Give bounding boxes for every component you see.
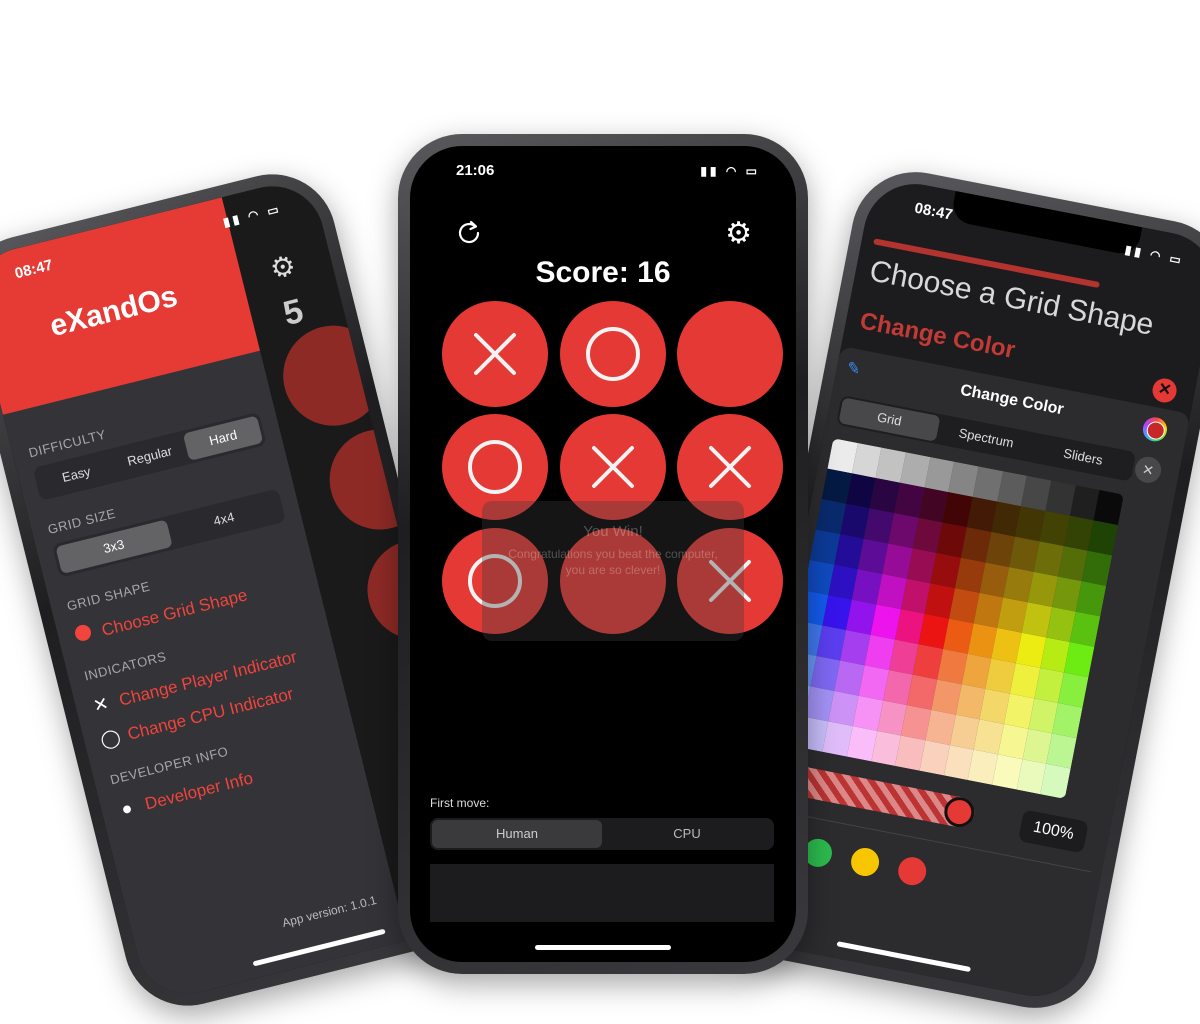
bottom-panel (430, 864, 774, 922)
color-grid-cell[interactable] (1081, 550, 1113, 586)
tab-grid[interactable]: Grid (838, 397, 941, 442)
status-bar: 21:06 ▮▮ ◠ ▭ (410, 160, 796, 182)
gear-icon[interactable]: ⚙ (725, 216, 752, 251)
swatch-red[interactable] (895, 854, 929, 888)
refresh-icon[interactable] (454, 218, 484, 248)
app-version: App version: 1.0.1 (281, 893, 378, 930)
board-cell[interactable] (560, 528, 666, 634)
opacity-slider-knob[interactable] (941, 794, 977, 830)
x-mark-icon (592, 446, 634, 488)
board-cell[interactable] (677, 301, 783, 407)
difficulty-easy[interactable]: Easy (36, 452, 116, 497)
tab-sliders[interactable]: Sliders (1032, 435, 1134, 479)
tab-spectrum[interactable]: Spectrum (935, 416, 1037, 460)
settings-sidebar: eXandOs DIFFICULTY Easy Regular Hard GRI… (0, 197, 408, 1005)
color-grid-cell[interactable] (1040, 763, 1071, 799)
x-mark-icon (709, 446, 751, 488)
signal-wifi-battery-icon: ▮▮ ◠ ▭ (221, 201, 283, 230)
color-grid[interactable] (774, 438, 1124, 799)
difficulty-hard[interactable]: Hard (183, 415, 264, 461)
apple-icon: ● (119, 797, 135, 820)
board-cell[interactable] (442, 414, 548, 520)
board-cell[interactable] (442, 301, 548, 407)
o-mark-icon (468, 554, 522, 608)
close-sheet-icon[interactable]: ✕ (1132, 454, 1164, 486)
color-grid-cell[interactable] (1052, 702, 1083, 739)
color-grid-cell[interactable] (1046, 733, 1077, 769)
o-mark-icon (468, 440, 522, 494)
color-grid-cell[interactable] (1087, 520, 1118, 556)
first-move-cpu[interactable]: CPU (602, 820, 772, 848)
color-grid-cell[interactable] (1064, 642, 1095, 678)
board-cell[interactable] (677, 414, 783, 520)
home-indicator[interactable] (535, 945, 671, 950)
board-cell[interactable] (677, 528, 783, 634)
game-board (442, 301, 784, 634)
score-label: Score: 16 (535, 256, 671, 289)
center-screen: 21:06 ▮▮ ◠ ▭ ⚙ Score: 16 You Win! Congra… (410, 146, 796, 962)
board-cell[interactable] (560, 301, 666, 407)
x-mark-icon (474, 333, 516, 375)
x-mark-icon (709, 560, 751, 602)
x-mark-icon: ✕ (91, 693, 111, 717)
difficulty-regular[interactable]: Regular (110, 434, 190, 479)
first-move-human[interactable]: Human (432, 820, 602, 848)
app-version-number: 1.0.1 (348, 893, 378, 914)
first-move-label: First move: (430, 796, 490, 810)
color-grid-cell[interactable] (1093, 489, 1124, 526)
swatch-yellow[interactable] (848, 845, 882, 879)
board-cell[interactable] (560, 414, 666, 520)
color-grid-cell[interactable] (1070, 611, 1101, 647)
o-mark-icon (586, 327, 640, 381)
gear-icon[interactable]: ⚙ (267, 248, 299, 286)
center-phone: 21:06 ▮▮ ◠ ▭ ⚙ Score: 16 You Win! Congra… (398, 134, 808, 974)
status-time: 21:06 (456, 162, 495, 179)
app-version-label: App version: (280, 900, 349, 931)
o-mark-icon: ◯ (98, 726, 123, 751)
first-move-segmented-control: Human CPU (430, 818, 774, 850)
status-time: 08:47 (913, 199, 955, 224)
circle-shape-icon (73, 623, 93, 643)
color-grid-cell[interactable] (1058, 672, 1089, 708)
signal-wifi-battery-icon: ▮▮ ◠ ▭ (700, 164, 760, 178)
board-cell[interactable] (442, 528, 548, 634)
close-icon[interactable]: ✕ (1150, 376, 1179, 405)
background-score: 5 (279, 291, 308, 334)
color-grid-cell[interactable] (1076, 581, 1107, 617)
opacity-value[interactable]: 100% (1017, 809, 1089, 854)
